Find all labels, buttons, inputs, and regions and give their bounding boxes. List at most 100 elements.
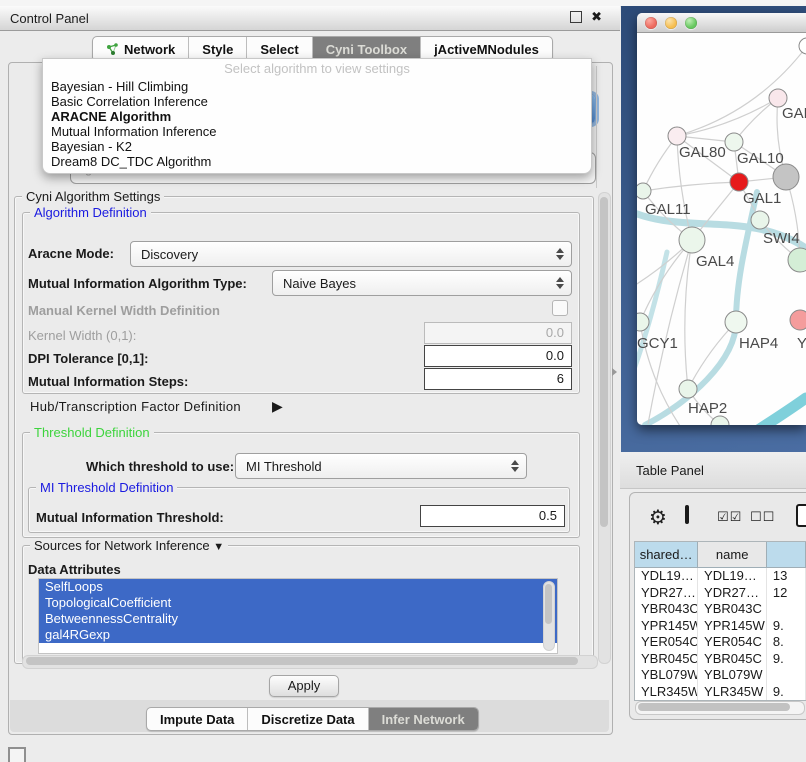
table-hscrollbar[interactable]	[635, 701, 805, 715]
table-row[interactable]: YBR045CYBR045C9.	[635, 651, 806, 668]
data-attribute-item[interactable]: SelfLoops	[39, 579, 557, 595]
network-node-gal11[interactable]	[637, 183, 651, 199]
dpi-tolerance-field[interactable]: 0.0	[424, 345, 572, 367]
network-node-gal10[interactable]	[725, 133, 743, 151]
tab-impute-data[interactable]: Impute Data	[147, 708, 248, 730]
new-table-icon[interactable]	[796, 504, 806, 527]
network-node-swi4[interactable]	[751, 211, 769, 229]
network-node-gal1[interactable]	[730, 173, 748, 191]
network-edge	[677, 98, 778, 136]
algorithm-dropdown-placeholder: Select algorithm to view settings	[43, 59, 591, 79]
float-panel-icon[interactable]	[570, 11, 582, 23]
table-row[interactable]: YBR043CYBR043C	[635, 601, 806, 618]
combobox-stepper-icon	[556, 248, 564, 260]
table-row[interactable]: YER054CYER054C8.	[635, 634, 806, 651]
dpi-tolerance-label: DPI Tolerance [0,1]:	[28, 351, 148, 366]
settings-hscrollbar[interactable]	[22, 655, 598, 669]
table-hscrollbar-thumb[interactable]	[638, 703, 790, 711]
algorithm-option[interactable]: ARACNE Algorithm	[43, 109, 591, 124]
manual-kernel-width-checkbox[interactable]	[552, 300, 568, 316]
data-attribute-item[interactable]: BetweennessCentrality	[39, 611, 557, 627]
settings-vscrollbar[interactable]	[598, 192, 611, 664]
app-root: Control Panel ✖ NetworkStyleSelectCyni T…	[0, 0, 806, 762]
algorithm-definition-title: Algorithm Definition	[30, 206, 151, 219]
mi-threshold-field[interactable]: 0.5	[420, 505, 565, 527]
table-cell: 13	[767, 568, 806, 585]
panel-edge-fragment	[596, 66, 597, 188]
table-row[interactable]: YLR345WYLR345W9.	[635, 684, 806, 701]
data-attribute-item[interactable]: gal4RGexp	[39, 627, 557, 643]
algorithm-option[interactable]: Mutual Information Inference	[43, 124, 591, 139]
algorithm-option[interactable]: Bayesian - K2	[43, 139, 591, 154]
list-vscrollbar-thumb[interactable]	[545, 584, 552, 624]
network-node-gal4[interactable]	[679, 227, 705, 253]
zoom-window-icon[interactable]	[685, 17, 697, 29]
aracne-mode-label: Aracne Mode:	[28, 246, 114, 261]
network-window-titlebar[interactable]	[637, 13, 806, 33]
settings-vscrollbar-thumb[interactable]	[600, 197, 608, 527]
table-cell: YBL079W	[635, 667, 698, 684]
which-threshold-combobox[interactable]: MI Threshold	[235, 453, 527, 479]
minimized-panel-icon[interactable]	[8, 747, 26, 762]
table-panel-body: ⚙ ☑☑ ☐☐ shared…name YDL19…YDL19…13YDR27……	[629, 492, 806, 720]
table-columns-icon[interactable]	[685, 505, 689, 524]
table-cell: YER054C	[698, 634, 767, 651]
table-row[interactable]: YDR27…YDR27…12	[635, 585, 806, 602]
splitter-toggle-icon[interactable]	[612, 368, 617, 376]
settings-hscrollbar-thumb[interactable]	[26, 657, 578, 665]
collapse-arrow-icon[interactable]: ▶	[272, 398, 283, 415]
hub-definition-label[interactable]: Hub/Transcription Factor Definition	[30, 399, 241, 414]
table-cell: YDL19…	[635, 568, 698, 585]
table-column-header[interactable]: shared…	[635, 542, 698, 568]
tab-discretize-data[interactable]: Discretize Data	[248, 708, 368, 730]
algorithm-option[interactable]: Bayesian - Hill Climbing	[43, 79, 591, 94]
select-all-columns-icon[interactable]: ☑☑	[717, 509, 742, 525]
table-column-header[interactable]: name	[698, 542, 767, 568]
aracne-mode-combobox[interactable]: Discovery	[130, 241, 572, 267]
network-node-y[interactable]	[790, 310, 806, 330]
node-table[interactable]: shared…name YDL19…YDL19…13YDR27…YDR27…12…	[634, 541, 806, 701]
network-canvas[interactable]: GALGAL80GAL10GAL1GAL11GAL4SWI4GCY1HAP4YH…	[637, 33, 806, 425]
network-node-label: GCY1	[637, 335, 678, 352]
control-panel-header: Control Panel ✖	[0, 6, 620, 31]
table-cell	[767, 667, 806, 684]
threshold-definition-title: Threshold Definition	[30, 426, 154, 439]
network-node[interactable]	[788, 248, 806, 272]
table-column-header[interactable]	[767, 542, 806, 568]
table-cell: 12	[767, 585, 806, 602]
algorithm-option[interactable]: Basic Correlation Inference	[43, 94, 591, 109]
table-cell: YER054C	[635, 634, 698, 651]
network-node[interactable]	[799, 38, 806, 54]
mi-threshold-group-title: MI Threshold Definition	[36, 481, 177, 494]
list-vscrollbar[interactable]	[543, 581, 555, 651]
expand-arrow-icon[interactable]: ▼	[213, 541, 224, 553]
network-node-gal80[interactable]	[668, 127, 686, 145]
data-attributes-list[interactable]: SelfLoopsTopologicalCoefficientBetweenne…	[38, 578, 558, 654]
table-settings-gear-icon[interactable]: ⚙	[649, 505, 667, 530]
tab-label: Select	[260, 42, 298, 57]
table-cell: YDL19…	[698, 568, 767, 585]
close-panel-icon[interactable]: ✖	[591, 10, 602, 23]
network-node-hap4[interactable]	[725, 311, 747, 333]
close-window-icon[interactable]	[645, 17, 657, 29]
kernel-width-field[interactable]: 0.0	[424, 322, 572, 344]
table-row[interactable]: YPR145WYPR145W9.	[635, 618, 806, 635]
mi-steps-label: Mutual Information Steps:	[28, 374, 188, 389]
network-node[interactable]	[711, 416, 729, 425]
tab-label: Style	[202, 42, 233, 57]
table-row[interactable]: YDL19…YDL19…13	[635, 568, 806, 585]
network-node-hap2[interactable]	[679, 380, 697, 398]
mi-algorithm-type-combobox[interactable]: Naive Bayes	[272, 270, 572, 296]
network-node[interactable]	[773, 164, 799, 190]
minimize-window-icon[interactable]	[665, 17, 677, 29]
apply-button[interactable]: Apply	[269, 675, 339, 697]
table-row[interactable]: YBL079WYBL079W	[635, 667, 806, 684]
tab-infer-network[interactable]: Infer Network	[369, 708, 478, 730]
table-cell	[767, 601, 806, 618]
data-attribute-item[interactable]: TopologicalCoefficient	[39, 595, 557, 611]
deselect-all-columns-icon[interactable]: ☐☐	[750, 509, 775, 525]
network-node-label: GAL1	[743, 190, 781, 207]
mi-steps-field[interactable]: 6	[424, 368, 572, 390]
algorithm-option[interactable]: Dream8 DC_TDC Algorithm	[43, 154, 591, 169]
data-attributes-label: Data Attributes	[28, 562, 121, 577]
